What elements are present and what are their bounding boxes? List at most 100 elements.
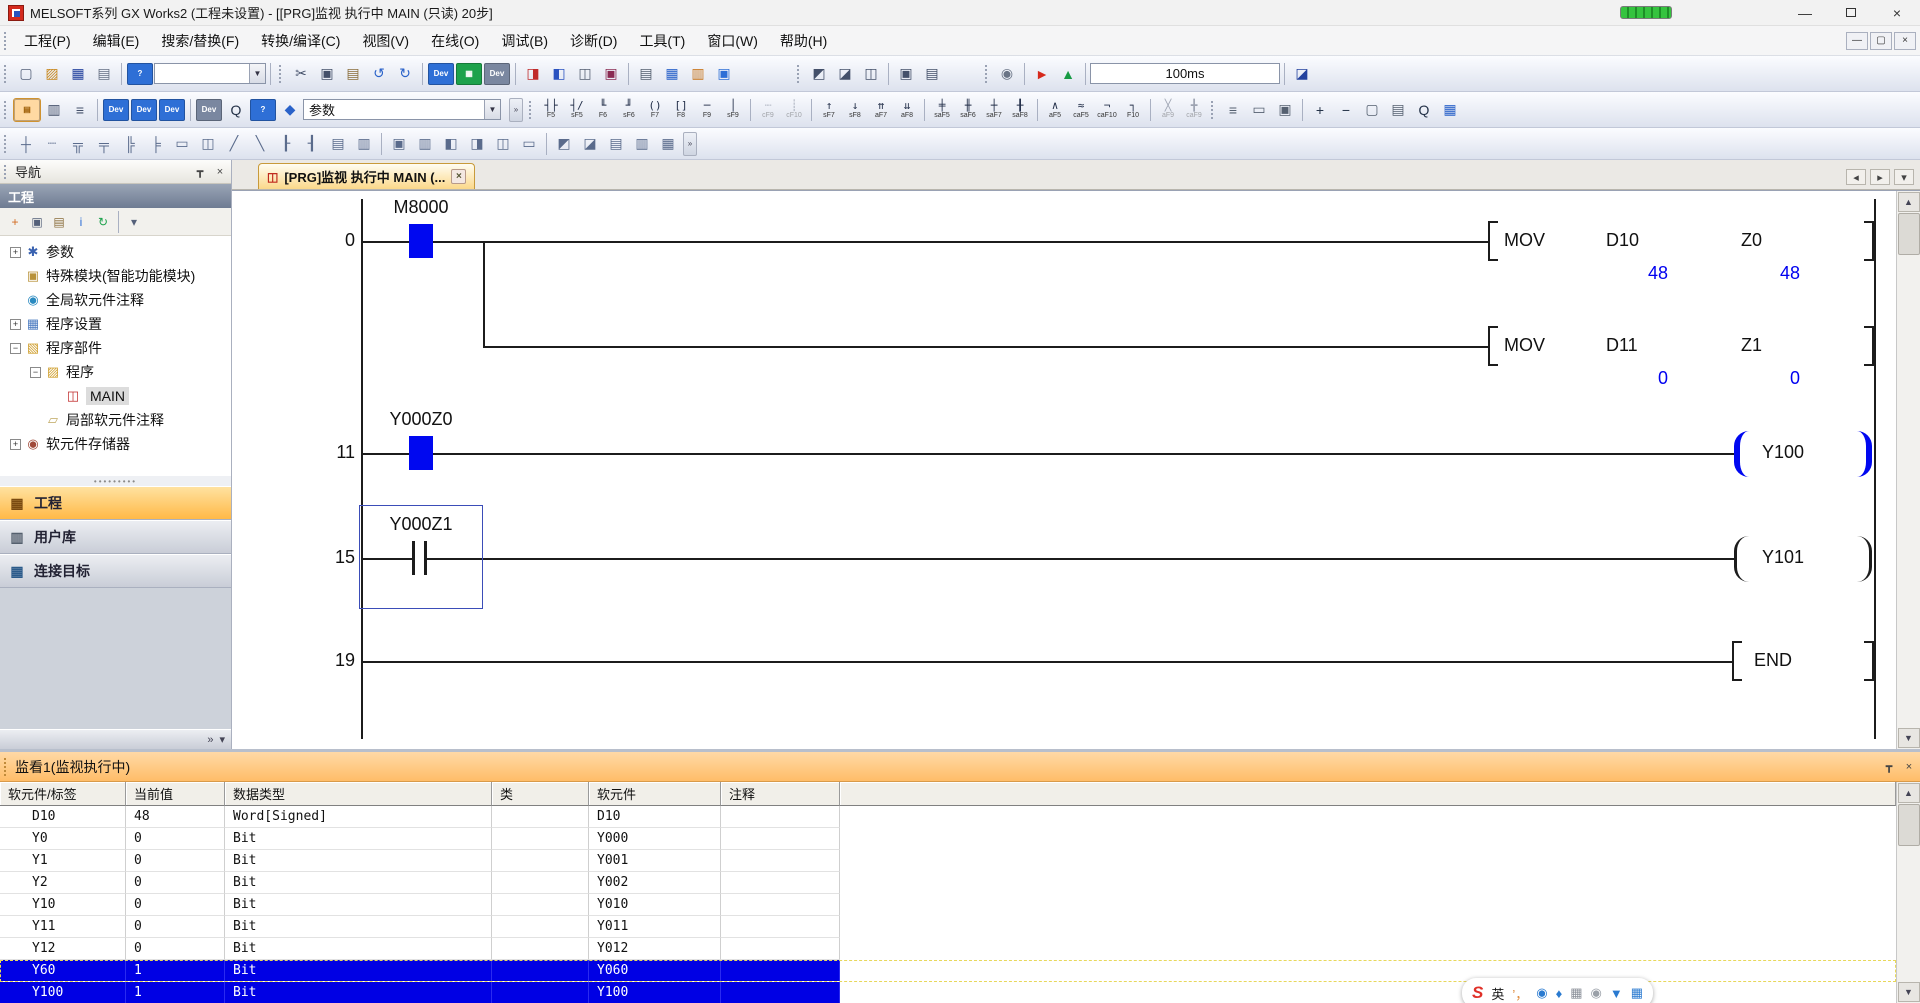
device-comment-badge-icon[interactable]: Dev (428, 63, 454, 85)
new-icon[interactable]: ▢ (14, 63, 38, 85)
ime-punct-icon[interactable]: ’， (1512, 984, 1528, 1003)
toolbar-overflow-icon[interactable]: » (509, 98, 523, 122)
nav-more-icon[interactable]: ▾ (219, 733, 225, 746)
copy-data-icon[interactable]: ▣ (27, 212, 47, 232)
redo-icon[interactable]: ↻ (393, 63, 417, 85)
ladder-symbol-caF5-button[interactable]: ≈caF5 (1068, 96, 1094, 124)
zoom-out-icon[interactable]: − (1334, 99, 1358, 121)
tab-scroll-right-icon[interactable]: ▸ (1870, 169, 1890, 185)
menu-item-4[interactable]: 视图(V) (351, 27, 420, 55)
category-button-用户库[interactable]: ▥用户库 (0, 520, 231, 554)
nav-splitter[interactable]: ••••••••• (0, 476, 231, 486)
dock-window-icon[interactable]: ▥ (42, 99, 66, 121)
ladder-symbol-F6-button[interactable]: ╙F6 (590, 96, 616, 124)
ladder-symbol-aF5-button[interactable]: ∧aF5 (1042, 96, 1068, 124)
ladder-symbol-aF9-button[interactable]: ╳aF9 (1155, 96, 1181, 124)
transfer-setup-icon[interactable]: ◪ (1290, 63, 1314, 85)
doc-b-icon[interactable]: ▥ (630, 133, 654, 155)
read-mode-icon[interactable]: ▣ (1273, 99, 1297, 121)
watch-clear-icon[interactable]: ◫ (491, 133, 515, 155)
ladder-symbol-F5-button[interactable]: ┤├F5 (538, 96, 564, 124)
ladder-symbol-caF9-button[interactable]: ╋caF9 (1181, 96, 1207, 124)
tree-item-程序设置[interactable]: +▦程序设置 (0, 312, 231, 336)
coil-name[interactable]: Y100 (1762, 442, 1804, 463)
ime-person-icon[interactable]: ◉ (1591, 985, 1602, 1001)
menu-item-8[interactable]: 工具(T) (628, 27, 696, 55)
watch-reset-icon[interactable]: ▭ (517, 133, 541, 155)
insert-row-icon[interactable]: ╦ (66, 133, 90, 155)
plc-verify-icon[interactable]: ◫ (573, 63, 597, 85)
ladder-symbol-sF8-button[interactable]: ↓sF8 (842, 96, 868, 124)
device-test2-icon[interactable]: ▥ (413, 133, 437, 155)
nav-close-icon[interactable]: × (211, 164, 229, 180)
ime-toolbar[interactable]: S英’，◉♦▦◉▼▦ (1462, 978, 1653, 1003)
find-help-icon[interactable]: ? (250, 99, 276, 121)
doc-a-icon[interactable]: ▤ (604, 133, 628, 155)
maximize-button[interactable] (1828, 0, 1874, 26)
table-row[interactable]: Y00BitY000 (0, 828, 1896, 850)
tree-item-局部软元件注释[interactable]: ▱局部软元件注释 (0, 408, 231, 432)
ladder-editor[interactable]: 0 11 15 19 M8000 MOV D10 Z0 48 48 MOV (232, 191, 1896, 749)
table-row[interactable]: Y100BitY010 (0, 894, 1896, 916)
display-color-icon[interactable]: ▦ (1438, 99, 1462, 121)
scan-set2-icon[interactable]: ◪ (578, 133, 602, 155)
device-search-icon[interactable]: Q (224, 99, 248, 121)
scroll-up-icon[interactable]: ▲ (1898, 783, 1920, 803)
quick-select-combo[interactable]: ▼ (154, 63, 266, 84)
close-button[interactable]: × (1874, 0, 1920, 26)
nav-expand-icon[interactable]: » (207, 734, 213, 746)
tree-item-参数[interactable]: +✱参数 (0, 240, 231, 264)
column-header[interactable]: 软元件/标签 (0, 782, 126, 806)
column-header[interactable]: 当前值 (126, 782, 225, 806)
contact-y000z0-on[interactable] (409, 436, 433, 470)
tree-item-全局软元件注释[interactable]: ◉全局软元件注释 (0, 288, 231, 312)
contact-m8000-on[interactable] (409, 224, 433, 258)
instruction-op[interactable]: MOV (1504, 230, 1545, 251)
force-on-icon[interactable]: ◧ (439, 133, 463, 155)
tab-list-icon[interactable]: ▾ (1894, 169, 1914, 185)
menu-item-9[interactable]: 窗口(W) (696, 27, 769, 55)
output-view-icon[interactable]: ≡ (68, 99, 92, 121)
zoom-fit-icon[interactable]: ▢ (1360, 99, 1384, 121)
pin-icon[interactable]: ┳ (1880, 759, 1898, 775)
ladder-symbol-sF9-button[interactable]: │sF9 (720, 96, 746, 124)
ladder-symbol-aF7-button[interactable]: ⇈aF7 (868, 96, 894, 124)
coil-name[interactable]: Y101 (1762, 547, 1804, 568)
plc-read-icon[interactable]: ◧ (547, 63, 571, 85)
scan-set1-icon[interactable]: ◩ (552, 133, 576, 155)
expand-icon[interactable]: + (10, 319, 21, 330)
tab-scroll-left-icon[interactable]: ◂ (1846, 169, 1866, 185)
device-test-badge-icon[interactable]: Dev (484, 63, 510, 85)
category-button-连接目标[interactable]: ▦连接目标 (0, 554, 231, 588)
parameter-combo[interactable]: 参数▼ (303, 99, 501, 120)
column-header[interactable]: 软元件 (589, 782, 721, 806)
end-instruction[interactable]: END (1754, 650, 1792, 671)
ladder-symbol-saF5-button[interactable]: ╪saF5 (929, 96, 955, 124)
ladder-symbol-aF8-button[interactable]: ⇊aF8 (894, 96, 920, 124)
tree-item-程序[interactable]: −▨程序 (0, 360, 231, 384)
statement-list-icon[interactable]: ▤ (634, 63, 658, 85)
ladder-symbol-saF7-button[interactable]: ┼saF7 (981, 96, 1007, 124)
scroll-thumb[interactable] (1898, 804, 1920, 846)
category-button-工程[interactable]: ▦工程 (0, 486, 231, 520)
expand-icon[interactable]: + (10, 247, 21, 258)
paste-icon[interactable]: ▤ (341, 63, 365, 85)
ladder-symbol-cF9-button[interactable]: ┈cF9 (755, 96, 781, 124)
plc-remote-icon[interactable]: ▣ (599, 63, 623, 85)
edit-block-icon[interactable]: ◫ (196, 133, 220, 155)
column-header[interactable]: 数据类型 (225, 782, 492, 806)
collapse-icon[interactable]: − (10, 343, 21, 354)
ladder-scrollbar[interactable]: ▲ ▼ (1896, 191, 1920, 749)
ladder-symbol-cF10-button[interactable]: ┊cF10 (781, 96, 807, 124)
open-icon[interactable]: ▨ (40, 63, 64, 85)
collapse-icon[interactable]: − (30, 367, 41, 378)
filter-icon[interactable]: ▾ (124, 212, 144, 232)
cut-icon[interactable]: ✂ (289, 63, 313, 85)
menu-item-3[interactable]: 转换/编译(C) (250, 27, 351, 55)
ladder-symbol-F7-button[interactable]: ()F7 (642, 96, 668, 124)
ladder-symbol-sF6-button[interactable]: ╜sF6 (616, 96, 642, 124)
sampling-trace-icon[interactable]: ▦ (456, 63, 482, 85)
tree-item-MAIN[interactable]: ◫MAIN (0, 384, 231, 408)
pair-close-icon[interactable]: ┨ (300, 133, 324, 155)
scroll-up-icon[interactable]: ▲ (1898, 192, 1920, 212)
